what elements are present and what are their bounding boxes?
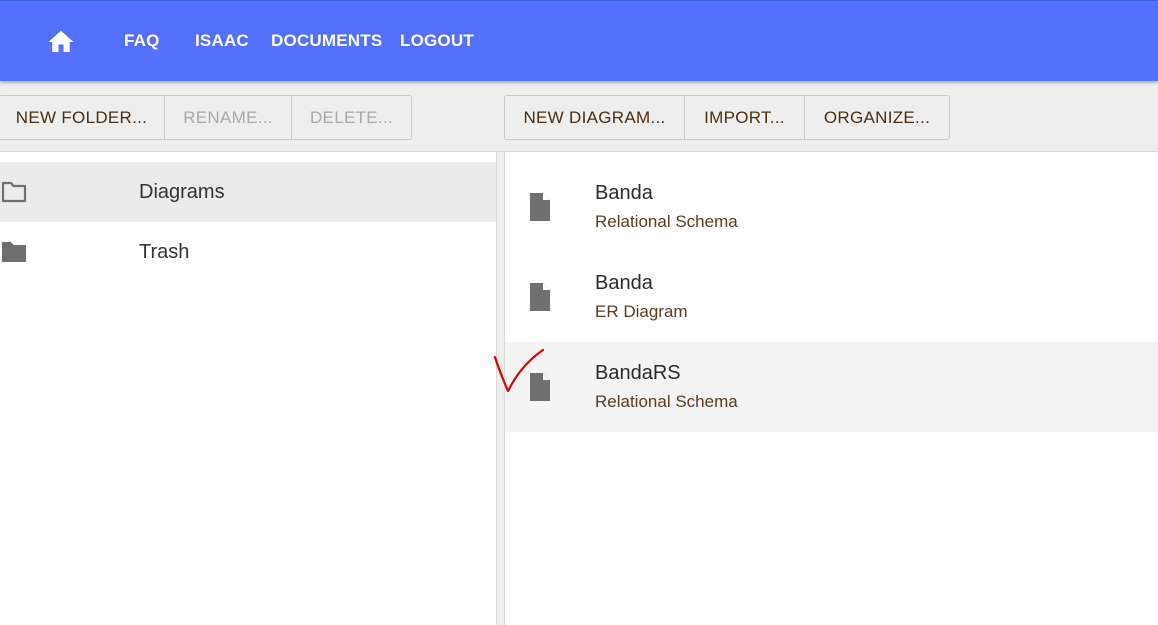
list-item[interactable]: BandaRS Relational Schema: [505, 342, 1158, 432]
folder-item-diagrams[interactable]: Diagrams: [0, 162, 496, 222]
nav-link-documents[interactable]: DOCUMENTS: [271, 31, 382, 51]
folder-panel: Diagrams Trash: [0, 152, 496, 625]
document-type: Relational Schema: [595, 392, 738, 411]
folder-filled-icon: [1, 241, 27, 263]
new-folder-button[interactable]: NEW FOLDER...: [0, 96, 165, 139]
folder-label: Trash: [139, 241, 190, 263]
document-title: BandaRS: [595, 362, 681, 384]
folder-outline-icon: [1, 181, 27, 203]
document-icon: [528, 283, 552, 311]
document-title: Banda: [595, 182, 653, 204]
top-nav-bar: FAQ ISAAC DOCUMENTS LOGOUT: [0, 0, 1158, 81]
folder-item-trash[interactable]: Trash: [0, 222, 496, 282]
diagram-button-group: NEW DIAGRAM... IMPORT... ORGANIZE...: [504, 95, 950, 140]
document-icon: [528, 193, 552, 221]
folder-button-group: NEW FOLDER... RENAME... DELETE...: [0, 95, 412, 140]
panel-divider[interactable]: [496, 152, 505, 625]
document-list: Banda Relational Schema Banda ER Diagram…: [505, 152, 1158, 625]
document-type: ER Diagram: [595, 302, 688, 321]
document-title: Banda: [595, 272, 653, 294]
organize-button[interactable]: ORGANIZE...: [805, 96, 949, 139]
document-type: Relational Schema: [595, 212, 738, 231]
import-button[interactable]: IMPORT...: [685, 96, 805, 139]
new-diagram-button[interactable]: NEW DIAGRAM...: [505, 96, 685, 139]
rename-button[interactable]: RENAME...: [165, 96, 292, 139]
toolbar-area: NEW FOLDER... RENAME... DELETE... NEW DI…: [0, 81, 1158, 152]
document-icon: [528, 373, 552, 401]
nav-link-faq[interactable]: FAQ: [124, 31, 160, 51]
home-icon[interactable]: [46, 27, 76, 57]
list-item[interactable]: Banda Relational Schema: [505, 162, 1158, 252]
folder-label: Diagrams: [139, 181, 225, 203]
nav-link-logout[interactable]: LOGOUT: [400, 31, 474, 51]
nav-link-isaac[interactable]: ISAAC: [195, 31, 249, 51]
list-item[interactable]: Banda ER Diagram: [505, 252, 1158, 342]
delete-button[interactable]: DELETE...: [292, 96, 411, 139]
